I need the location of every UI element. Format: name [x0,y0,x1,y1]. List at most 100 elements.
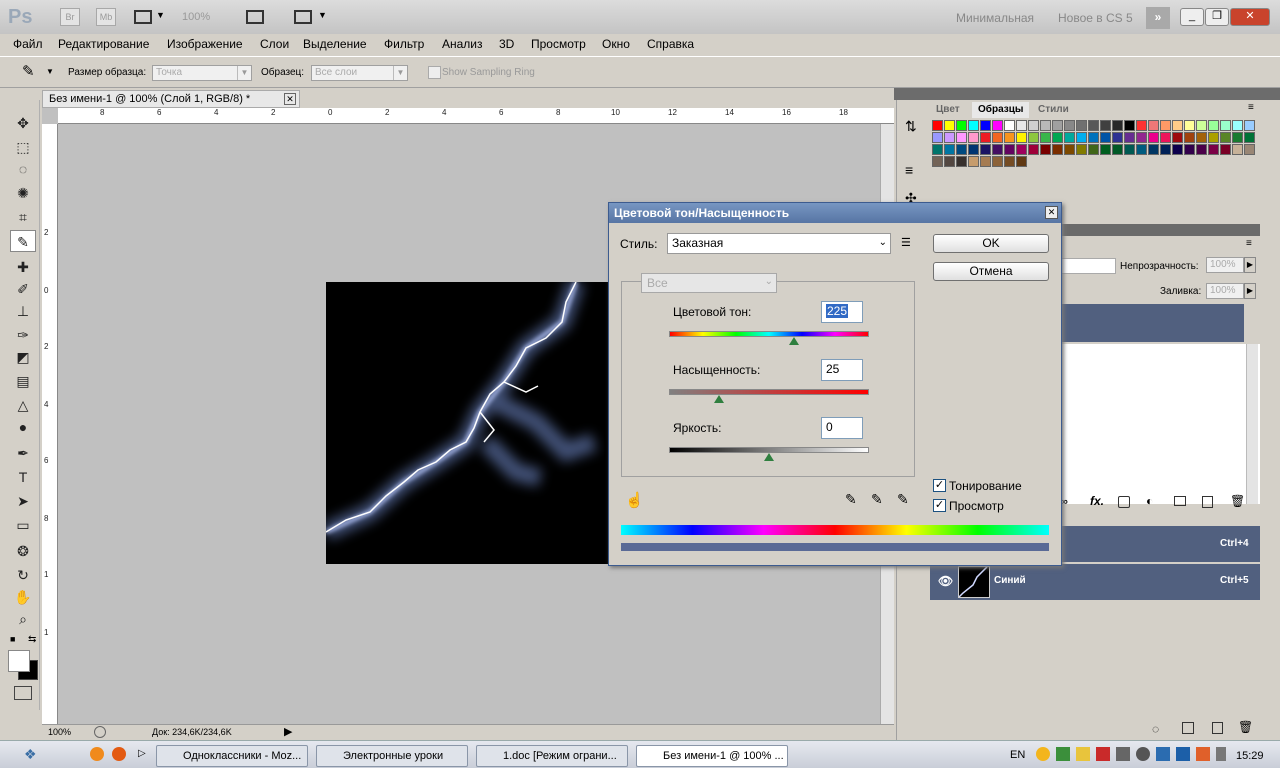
swatch[interactable] [1064,132,1075,143]
3d-orbit-tool-icon[interactable]: ↻ [10,564,36,586]
tray-icon[interactable] [1056,747,1070,761]
swatch[interactable] [1076,120,1087,131]
swatch[interactable] [1028,144,1039,155]
swatch[interactable] [1244,120,1255,131]
quick-mask-icon[interactable] [14,686,32,700]
swatch[interactable] [1100,120,1111,131]
channel-select[interactable]: Все ⌄ [641,273,777,293]
swatch[interactable] [1160,144,1171,155]
crop-tool-icon[interactable]: ⌗ [10,206,36,228]
swatch[interactable] [956,120,967,131]
minimize-button[interactable]: _ [1180,8,1204,26]
swatch[interactable] [1160,120,1171,131]
volume-icon[interactable] [1216,747,1226,761]
fill-arrow-icon[interactable]: ▶ [1244,283,1256,299]
swatch[interactable] [1028,120,1039,131]
swatch[interactable] [1052,120,1063,131]
minibridge-button[interactable]: Mb [96,8,116,26]
eyedropper-minus-icon[interactable]: ✎ [897,491,909,508]
swatch[interactable] [1184,132,1195,143]
adjustment-layer-icon[interactable]: ◐ [1146,494,1153,508]
close-window-button[interactable]: ✕ [1230,8,1270,26]
swatch[interactable] [1172,120,1183,131]
quicklaunch-icon[interactable] [90,747,104,761]
swatch[interactable] [944,144,955,155]
shield-icon[interactable] [1076,747,1090,761]
clone-stamp-tool-icon[interactable]: ⊥ [10,300,36,322]
menu-layers[interactable]: Слои [260,37,289,51]
menu-edit[interactable]: Редактирование [58,37,149,51]
swatch[interactable] [1136,132,1147,143]
document-tab[interactable]: Без имени-1 @ 100% (Слой 1, RGB/8) * [42,90,300,108]
swatch[interactable] [1040,120,1051,131]
network-icon[interactable] [1176,747,1190,761]
swatch[interactable] [1112,120,1123,131]
document-canvas[interactable] [326,282,610,564]
swatch[interactable] [1220,120,1231,131]
lasso-tool-icon[interactable]: ◌ [10,158,36,180]
swatch[interactable] [1232,132,1243,143]
menu-filter[interactable]: Фильтр [384,37,424,51]
tray-icon[interactable] [1136,747,1150,761]
start-windows-icon[interactable]: ❖ [24,746,37,763]
close-icon[interactable]: ✕ [284,93,296,105]
tray-icon[interactable] [1156,747,1170,761]
swatch[interactable] [1016,132,1027,143]
blur-tool-icon[interactable]: △ [10,394,36,416]
eraser-tool-icon[interactable]: ◩ [10,346,36,368]
swatch[interactable] [1124,120,1135,131]
swatch[interactable] [968,144,979,155]
lightness-slider-thumb[interactable] [764,453,774,461]
swatch[interactable] [1052,144,1063,155]
blend-mode-select[interactable] [1060,258,1116,274]
marquee-tool-icon[interactable]: ⬚ [10,136,36,158]
sample-layers-select[interactable]: Все слои ▼ [311,65,408,81]
swatch[interactable] [1088,120,1099,131]
targeted-adjustment-icon[interactable]: ☝ [625,491,644,509]
tray-icon[interactable] [1196,747,1210,761]
swatch[interactable] [1016,120,1027,131]
new-channel-icon[interactable] [1212,722,1223,734]
adjustments-panel-icon[interactable]: ≡ [905,162,913,178]
swatch[interactable] [1172,144,1183,155]
swatch[interactable] [1208,132,1219,143]
chevron-down-icon[interactable]: ▼ [46,67,54,76]
swatch[interactable] [1004,120,1015,131]
healing-brush-tool-icon[interactable]: ✚ [10,256,36,278]
swatch[interactable] [1220,132,1231,143]
swatch[interactable] [1088,144,1099,155]
swatch[interactable] [932,120,943,131]
swatch[interactable] [1208,144,1219,155]
new-layer-icon[interactable] [1202,496,1213,508]
swatch[interactable] [1148,120,1159,131]
close-icon[interactable]: ✕ [1045,206,1058,219]
swatch[interactable] [992,144,1003,155]
swatch[interactable] [932,144,943,155]
colorize-checkbox[interactable]: ✓ [933,479,946,492]
swatch[interactable] [1040,132,1051,143]
taskbar-item-word[interactable]: 1.doc [Режим ограни... [476,745,628,767]
swatch[interactable] [1016,156,1027,167]
layer-style-icon[interactable]: fx. [1090,494,1104,508]
swatch[interactable] [932,156,943,167]
sampling-ring-checkbox[interactable] [428,66,441,79]
swatch[interactable] [968,120,979,131]
swatch[interactable] [1112,132,1123,143]
swatch[interactable] [944,156,955,167]
new-group-icon[interactable] [1174,496,1186,506]
swatch[interactable] [1184,120,1195,131]
zoom-level[interactable]: 100% [182,11,210,23]
preset-options-icon[interactable]: ☰ [901,236,911,249]
hue-slider[interactable] [669,331,869,337]
swatch[interactable] [1232,120,1243,131]
swatch[interactable] [1136,144,1147,155]
swatch[interactable] [1232,144,1243,155]
swatch[interactable] [932,132,943,143]
swatch[interactable] [1088,132,1099,143]
3d-rotate-tool-icon[interactable]: ❂ [10,540,36,562]
menu-view[interactable]: Просмотр [531,37,586,51]
style-select[interactable]: Заказная ⌄ [667,233,891,254]
status-zoom[interactable]: 100% [48,727,71,737]
hue-input[interactable]: 225 [821,301,863,323]
swatch[interactable] [1004,132,1015,143]
